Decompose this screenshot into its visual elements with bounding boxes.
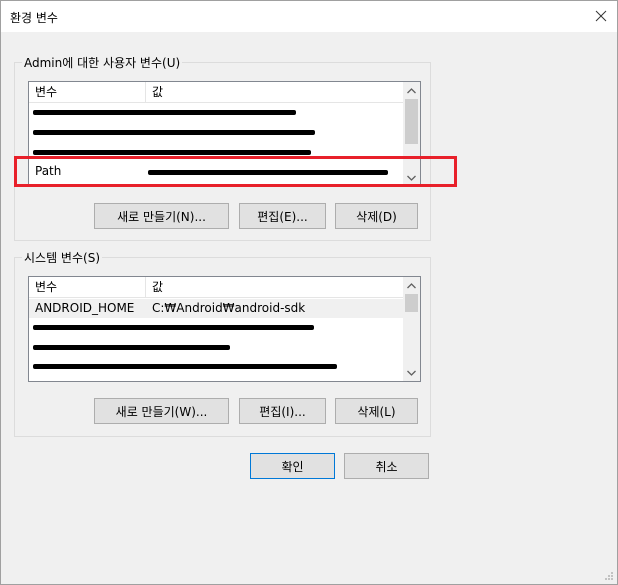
redaction-mark: [33, 325, 314, 330]
scroll-up-button[interactable]: [403, 82, 420, 99]
scroll-thumb[interactable]: [405, 99, 418, 144]
close-button[interactable]: [591, 6, 611, 26]
scroll-down-button[interactable]: [403, 364, 420, 381]
user-variables-header: 변수 값: [29, 82, 403, 103]
redaction-mark: [33, 130, 315, 135]
column-header-value[interactable]: 값: [146, 277, 406, 297]
redaction-mark: [33, 110, 296, 115]
variable-name: ANDROID_HOME: [35, 301, 135, 315]
resize-grip-icon[interactable]: [604, 571, 614, 581]
scroll-up-button[interactable]: [403, 277, 420, 294]
redaction-mark: [33, 345, 230, 350]
table-row[interactable]: [29, 318, 403, 337]
system-edit-button[interactable]: 편집(I)...: [239, 398, 326, 424]
table-row[interactable]: [29, 337, 403, 356]
user-variables-group: Admin에 대한 사용자 변수(U) 변수 값 Path 새로 만들기(N).…: [14, 54, 431, 241]
system-variables-group: 시스템 변수(S) 변수 값 ANDROID_HOME C:₩Android₩a…: [14, 249, 431, 437]
title-bar[interactable]: 환경 변수: [1, 1, 617, 32]
variable-value: C:₩Android₩android-sdk: [152, 301, 306, 315]
path-row-highlight: [14, 156, 457, 187]
window-title: 환경 변수: [10, 11, 58, 25]
column-header-variable[interactable]: 변수: [29, 277, 146, 297]
close-icon: [595, 10, 607, 22]
ok-button[interactable]: 확인: [250, 453, 335, 479]
column-header-variable[interactable]: 변수: [29, 82, 146, 102]
table-row[interactable]: [29, 123, 403, 142]
table-row[interactable]: [29, 356, 403, 375]
cancel-button[interactable]: 취소: [344, 453, 429, 479]
chevron-up-icon: [407, 282, 416, 288]
user-variables-label: Admin에 대한 사용자 변수(U): [22, 54, 183, 71]
system-delete-button[interactable]: 삭제(L): [335, 398, 418, 424]
table-row[interactable]: [29, 104, 403, 123]
system-variables-label: 시스템 변수(S): [22, 249, 102, 266]
user-delete-button[interactable]: 삭제(D): [335, 203, 418, 229]
environment-variables-dialog: 환경 변수 Admin에 대한 사용자 변수(U) 변수 값 Path 새로 만…: [0, 0, 618, 585]
system-new-button[interactable]: 새로 만들기(W)...: [94, 398, 229, 424]
redaction-mark: [33, 150, 311, 155]
chevron-up-icon: [407, 87, 416, 93]
redaction-mark: [33, 364, 337, 369]
chevron-down-icon: [407, 370, 416, 376]
user-edit-button[interactable]: 편집(E)...: [239, 203, 326, 229]
table-row[interactable]: ANDROID_HOME C:₩Android₩android-sdk: [29, 299, 403, 318]
column-header-value[interactable]: 값: [146, 82, 406, 102]
system-variables-scrollbar[interactable]: [403, 277, 420, 381]
user-new-button[interactable]: 새로 만들기(N)...: [94, 203, 229, 229]
system-variables-header: 변수 값: [29, 277, 403, 298]
system-variables-list[interactable]: 변수 값 ANDROID_HOME C:₩Android₩android-sdk: [28, 276, 421, 382]
scroll-thumb[interactable]: [405, 294, 418, 312]
